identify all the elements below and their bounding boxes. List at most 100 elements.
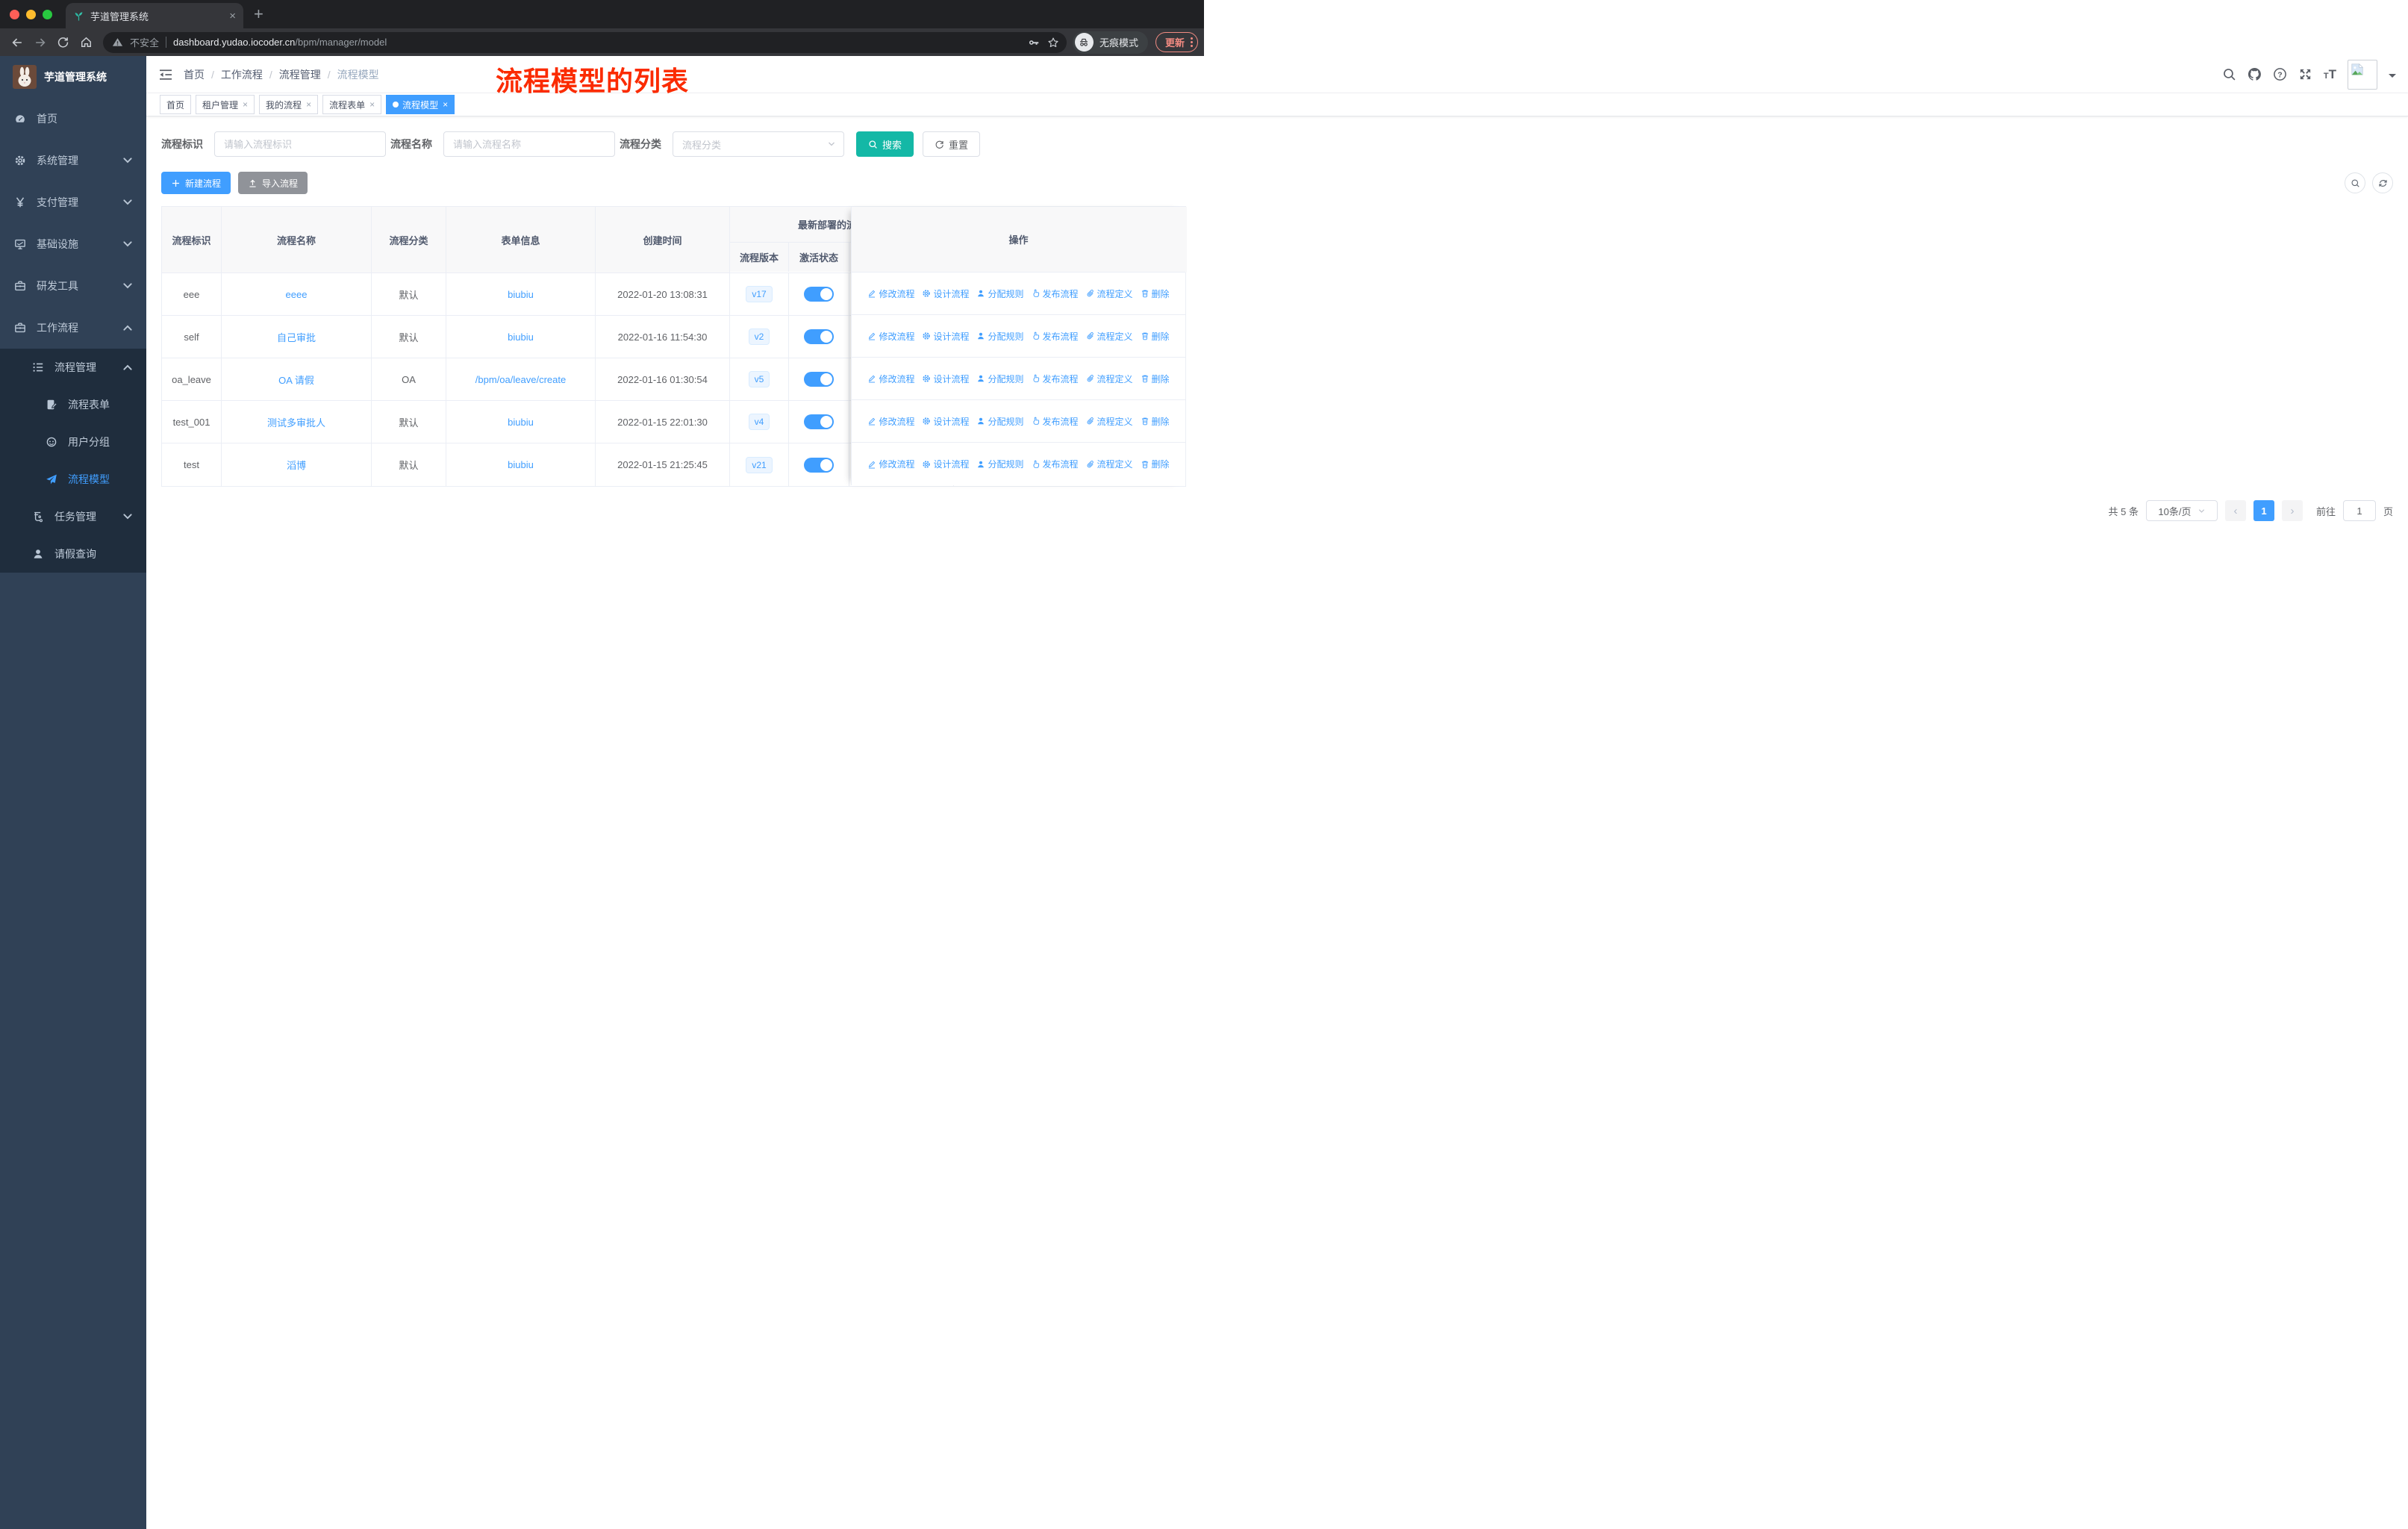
process-name-link[interactable]: OA 请假 bbox=[278, 373, 314, 387]
active-toggle[interactable] bbox=[804, 414, 834, 429]
form-info-link[interactable]: /bpm/oa/leave/create bbox=[475, 374, 566, 385]
form-info-link[interactable]: biubiu bbox=[508, 459, 534, 470]
action-发布流程[interactable]: 发布流程 bbox=[1032, 373, 1079, 385]
reset-button[interactable]: 重置 bbox=[923, 131, 981, 157]
tag-tab-我的流程[interactable]: 我的流程 × bbox=[259, 95, 319, 114]
new-tab-button[interactable]: + bbox=[254, 4, 263, 24]
reload-button[interactable] bbox=[52, 31, 74, 53]
action-分配规则[interactable]: 分配规则 bbox=[976, 373, 1024, 385]
action-设计流程[interactable]: 设计流程 bbox=[922, 373, 969, 385]
tag-close-icon[interactable]: × bbox=[369, 99, 375, 110]
help-icon[interactable]: ? bbox=[2273, 67, 2287, 81]
action-修改流程[interactable]: 修改流程 bbox=[867, 330, 914, 343]
chrome-update-button[interactable]: 更新 bbox=[1155, 32, 1198, 52]
process-name-link[interactable]: eeee bbox=[286, 289, 308, 300]
url-bar[interactable]: 不安全 dashboard.yudao.iocoder.cn/bpm/manag… bbox=[103, 31, 1067, 53]
action-设计流程[interactable]: 设计流程 bbox=[922, 287, 969, 300]
action-分配规则[interactable]: 分配规则 bbox=[976, 458, 1024, 470]
category-select[interactable]: 流程分类 bbox=[673, 131, 844, 157]
goto-page-input[interactable] bbox=[2342, 500, 2376, 521]
action-发布流程[interactable]: 发布流程 bbox=[1032, 287, 1079, 300]
minimize-window-button[interactable] bbox=[26, 9, 36, 19]
action-修改流程[interactable]: 修改流程 bbox=[867, 373, 914, 385]
tag-close-icon[interactable]: × bbox=[243, 99, 248, 110]
tag-close-icon[interactable]: × bbox=[306, 99, 311, 110]
action-流程定义[interactable]: 流程定义 bbox=[1086, 287, 1133, 300]
tag-close-icon[interactable]: × bbox=[443, 99, 448, 110]
active-toggle[interactable] bbox=[804, 457, 834, 473]
breadcrumb-workflow[interactable]: 工作流程 bbox=[221, 67, 263, 82]
github-icon[interactable] bbox=[2248, 67, 2262, 81]
active-toggle[interactable] bbox=[804, 329, 834, 344]
form-info-link[interactable]: biubiu bbox=[508, 417, 534, 428]
action-设计流程[interactable]: 设计流程 bbox=[922, 415, 969, 428]
import-process-button[interactable]: 导入流程 bbox=[238, 172, 308, 194]
font-size-icon[interactable]: TT bbox=[2324, 67, 2336, 82]
action-发布流程[interactable]: 发布流程 bbox=[1032, 415, 1079, 428]
browser-menu-icon[interactable] bbox=[1191, 37, 1193, 47]
action-删除[interactable]: 删除 bbox=[1141, 458, 1170, 470]
action-发布流程[interactable]: 发布流程 bbox=[1032, 458, 1079, 470]
page-1-button[interactable]: 1 bbox=[2253, 500, 2274, 521]
action-设计流程[interactable]: 设计流程 bbox=[922, 330, 969, 343]
form-info-link[interactable]: biubiu bbox=[508, 289, 534, 300]
action-删除[interactable]: 删除 bbox=[1141, 415, 1170, 428]
tag-tab-流程表单[interactable]: 流程表单 × bbox=[322, 95, 382, 114]
create-process-button[interactable]: 新建流程 bbox=[161, 172, 231, 194]
prev-page-button[interactable]: ‹ bbox=[2224, 500, 2246, 521]
sidebar-item-流程管理[interactable]: 流程管理 bbox=[0, 349, 146, 386]
action-修改流程[interactable]: 修改流程 bbox=[867, 415, 914, 428]
action-删除[interactable]: 删除 bbox=[1141, 373, 1170, 385]
process-name-link[interactable]: 自己审批 bbox=[277, 330, 316, 344]
process-name-input[interactable] bbox=[443, 131, 615, 157]
active-toggle[interactable] bbox=[804, 287, 834, 302]
breadcrumb-home[interactable]: 首页 bbox=[184, 67, 205, 82]
action-修改流程[interactable]: 修改流程 bbox=[867, 287, 914, 300]
sidebar-item-任务管理[interactable]: 任务管理 bbox=[0, 498, 146, 535]
avatar-caret-icon[interactable] bbox=[2389, 74, 2396, 81]
action-分配规则[interactable]: 分配规则 bbox=[976, 330, 1024, 343]
browser-tab[interactable]: 芋道管理系统 × bbox=[66, 3, 243, 28]
action-设计流程[interactable]: 设计流程 bbox=[922, 458, 969, 470]
forward-button[interactable] bbox=[29, 31, 51, 53]
close-window-button[interactable] bbox=[10, 9, 19, 19]
tag-tab-流程模型[interactable]: 流程模型 × bbox=[386, 95, 455, 114]
sidebar-item-系统管理[interactable]: 系统管理 bbox=[0, 140, 146, 181]
sidebar-item-首页[interactable]: 首页 bbox=[0, 98, 146, 140]
next-page-button[interactable]: › bbox=[2281, 500, 2303, 521]
sidebar-item-基础设施[interactable]: 基础设施 bbox=[0, 223, 146, 265]
home-button[interactable] bbox=[75, 31, 97, 53]
breadcrumb-process-mgmt[interactable]: 流程管理 bbox=[279, 67, 321, 82]
bookmark-star-icon[interactable] bbox=[1047, 37, 1059, 49]
zoom-window-button[interactable] bbox=[43, 9, 52, 19]
sidebar-item-流程表单[interactable]: 流程表单 bbox=[0, 386, 146, 423]
refresh-table-button[interactable] bbox=[2372, 172, 2393, 193]
fullscreen-icon[interactable] bbox=[2298, 67, 2312, 81]
action-删除[interactable]: 删除 bbox=[1141, 330, 1170, 343]
process-key-input[interactable] bbox=[214, 131, 386, 157]
page-size-select[interactable]: 10条/页 bbox=[2145, 500, 2218, 521]
sidebar-item-请假查询[interactable]: 请假查询 bbox=[0, 535, 146, 573]
header-search-icon[interactable] bbox=[2222, 67, 2236, 81]
action-删除[interactable]: 删除 bbox=[1141, 287, 1170, 300]
form-info-link[interactable]: biubiu bbox=[508, 331, 534, 343]
action-流程定义[interactable]: 流程定义 bbox=[1086, 330, 1133, 343]
key-icon[interactable] bbox=[1028, 37, 1040, 49]
process-name-link[interactable]: 测试多审批人 bbox=[267, 415, 325, 429]
action-修改流程[interactable]: 修改流程 bbox=[867, 458, 914, 470]
sidebar-item-支付管理[interactable]: 支付管理 bbox=[0, 181, 146, 223]
action-流程定义[interactable]: 流程定义 bbox=[1086, 458, 1133, 470]
action-分配规则[interactable]: 分配规则 bbox=[976, 287, 1024, 300]
active-toggle[interactable] bbox=[804, 372, 834, 387]
sidebar-collapse-icon[interactable] bbox=[158, 67, 173, 82]
action-发布流程[interactable]: 发布流程 bbox=[1032, 330, 1079, 343]
sidebar-item-用户分组[interactable]: 用户分组 bbox=[0, 423, 146, 461]
sidebar-item-研发工具[interactable]: 研发工具 bbox=[0, 265, 146, 307]
search-button[interactable]: 搜索 bbox=[856, 131, 914, 157]
action-分配规则[interactable]: 分配规则 bbox=[976, 415, 1024, 428]
toggle-search-button[interactable] bbox=[2345, 172, 2365, 193]
sidebar-item-流程模型[interactable]: 流程模型 bbox=[0, 461, 146, 498]
avatar[interactable] bbox=[2348, 59, 2377, 90]
tag-tab-首页[interactable]: 首页 bbox=[160, 95, 192, 114]
tab-close-icon[interactable]: × bbox=[229, 10, 236, 22]
